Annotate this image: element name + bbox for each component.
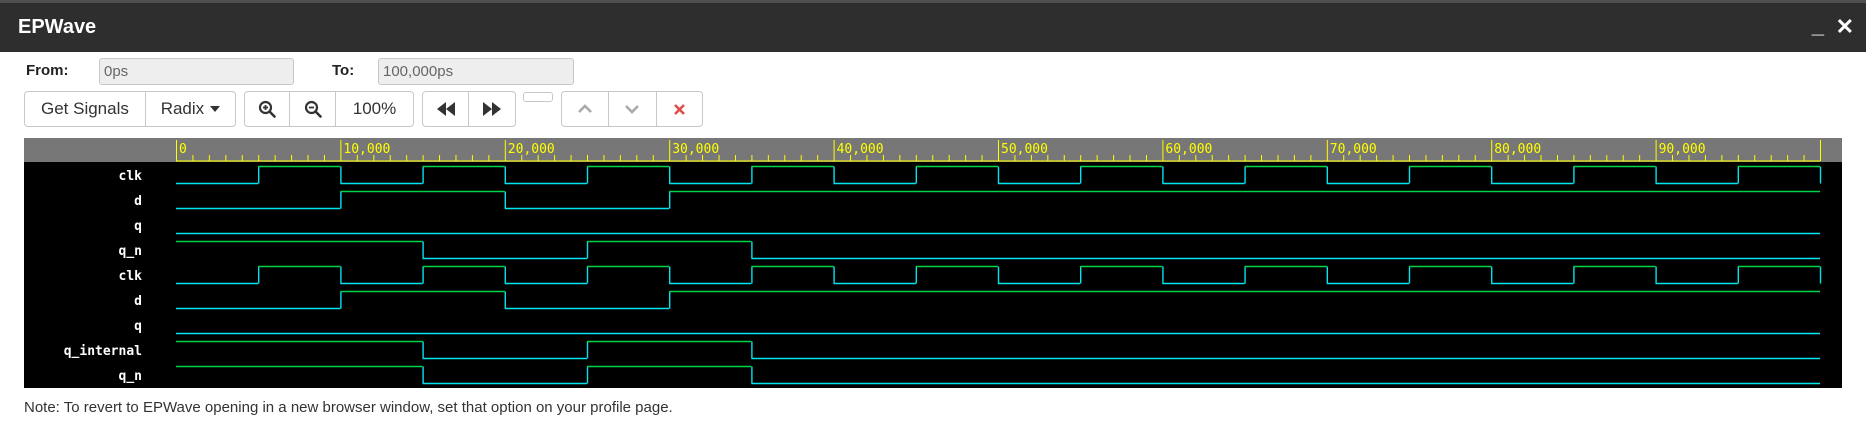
signal-name[interactable]: clk <box>119 169 143 184</box>
close-window-button[interactable]: ✕ <box>1836 14 1854 40</box>
signal-name[interactable]: q <box>134 319 142 334</box>
minimize-button[interactable]: _ <box>1812 13 1824 39</box>
fast-forward-icon <box>483 102 501 116</box>
get-signals-button[interactable]: Get Signals <box>25 92 146 126</box>
navigate-group <box>422 91 516 127</box>
radix-label: Radix <box>160 99 205 118</box>
rewind-button[interactable] <box>423 92 470 126</box>
rewind-icon <box>436 102 455 116</box>
signal-name[interactable]: q_n <box>119 244 142 259</box>
zoom-level-button[interactable]: 100% <box>336 92 413 126</box>
caret-down-icon <box>210 106 221 112</box>
from-label: From: <box>26 62 69 79</box>
tick-label: 0 <box>179 142 187 157</box>
tick-label: 90,000 <box>1659 142 1706 157</box>
signal-name[interactable]: clk <box>119 269 143 284</box>
tick-label: 30,000 <box>672 142 719 157</box>
zoom-level: 100% <box>352 99 397 118</box>
window-title: EPWave <box>18 16 97 38</box>
fast-forward-button[interactable] <box>469 92 515 126</box>
tick-label: 80,000 <box>1494 142 1541 157</box>
chevron-down-icon <box>625 105 640 114</box>
signal-name[interactable]: q_internal <box>64 344 142 359</box>
tick-label: 50,000 <box>1001 142 1048 157</box>
footer-note: Note: To revert to EPWave opening in a n… <box>24 399 673 416</box>
close-icon <box>673 103 685 115</box>
tick-label: 60,000 <box>1165 142 1212 157</box>
move-up-button[interactable] <box>562 92 610 126</box>
zoom-in-icon <box>259 100 277 118</box>
waveform-viewer[interactable]: 0 10,000 20,000 30,000 40,000 50,000 60,000 70,… <box>24 138 1842 388</box>
to-label: To: <box>332 62 355 79</box>
move-down-button[interactable] <box>609 92 657 126</box>
signal-name[interactable]: q <box>134 219 142 234</box>
radix-dropdown[interactable]: Radix <box>146 92 235 126</box>
to-input[interactable] <box>378 58 574 85</box>
signal-order-group <box>561 91 703 127</box>
tick-label: 20,000 <box>508 142 555 157</box>
zoom-group: 100% <box>244 91 414 127</box>
zoom-out-button[interactable] <box>290 92 336 126</box>
chevron-up-icon <box>578 104 593 113</box>
empty-marker-button[interactable] <box>523 92 553 102</box>
waveform-canvas <box>24 162 1842 388</box>
get-signals-label: Get Signals <box>40 99 129 118</box>
remove-signal-button[interactable] <box>657 92 702 126</box>
zoom-in-button[interactable] <box>245 92 291 126</box>
signal-name[interactable]: q_n <box>119 369 142 384</box>
tick-label: 10,000 <box>343 142 390 157</box>
signals-group: Get Signals Radix <box>24 91 236 127</box>
signal-name[interactable]: d <box>134 194 142 209</box>
tick-label: 40,000 <box>837 142 884 157</box>
tick-label: 70,000 <box>1330 142 1377 157</box>
from-input[interactable] <box>99 58 294 85</box>
signal-trace <box>176 265 1822 285</box>
zoom-out-icon <box>304 100 322 118</box>
signal-name[interactable]: d <box>134 294 142 309</box>
signal-trace <box>176 165 1822 185</box>
title-bar: EPWave _ ✕ <box>0 0 1866 52</box>
